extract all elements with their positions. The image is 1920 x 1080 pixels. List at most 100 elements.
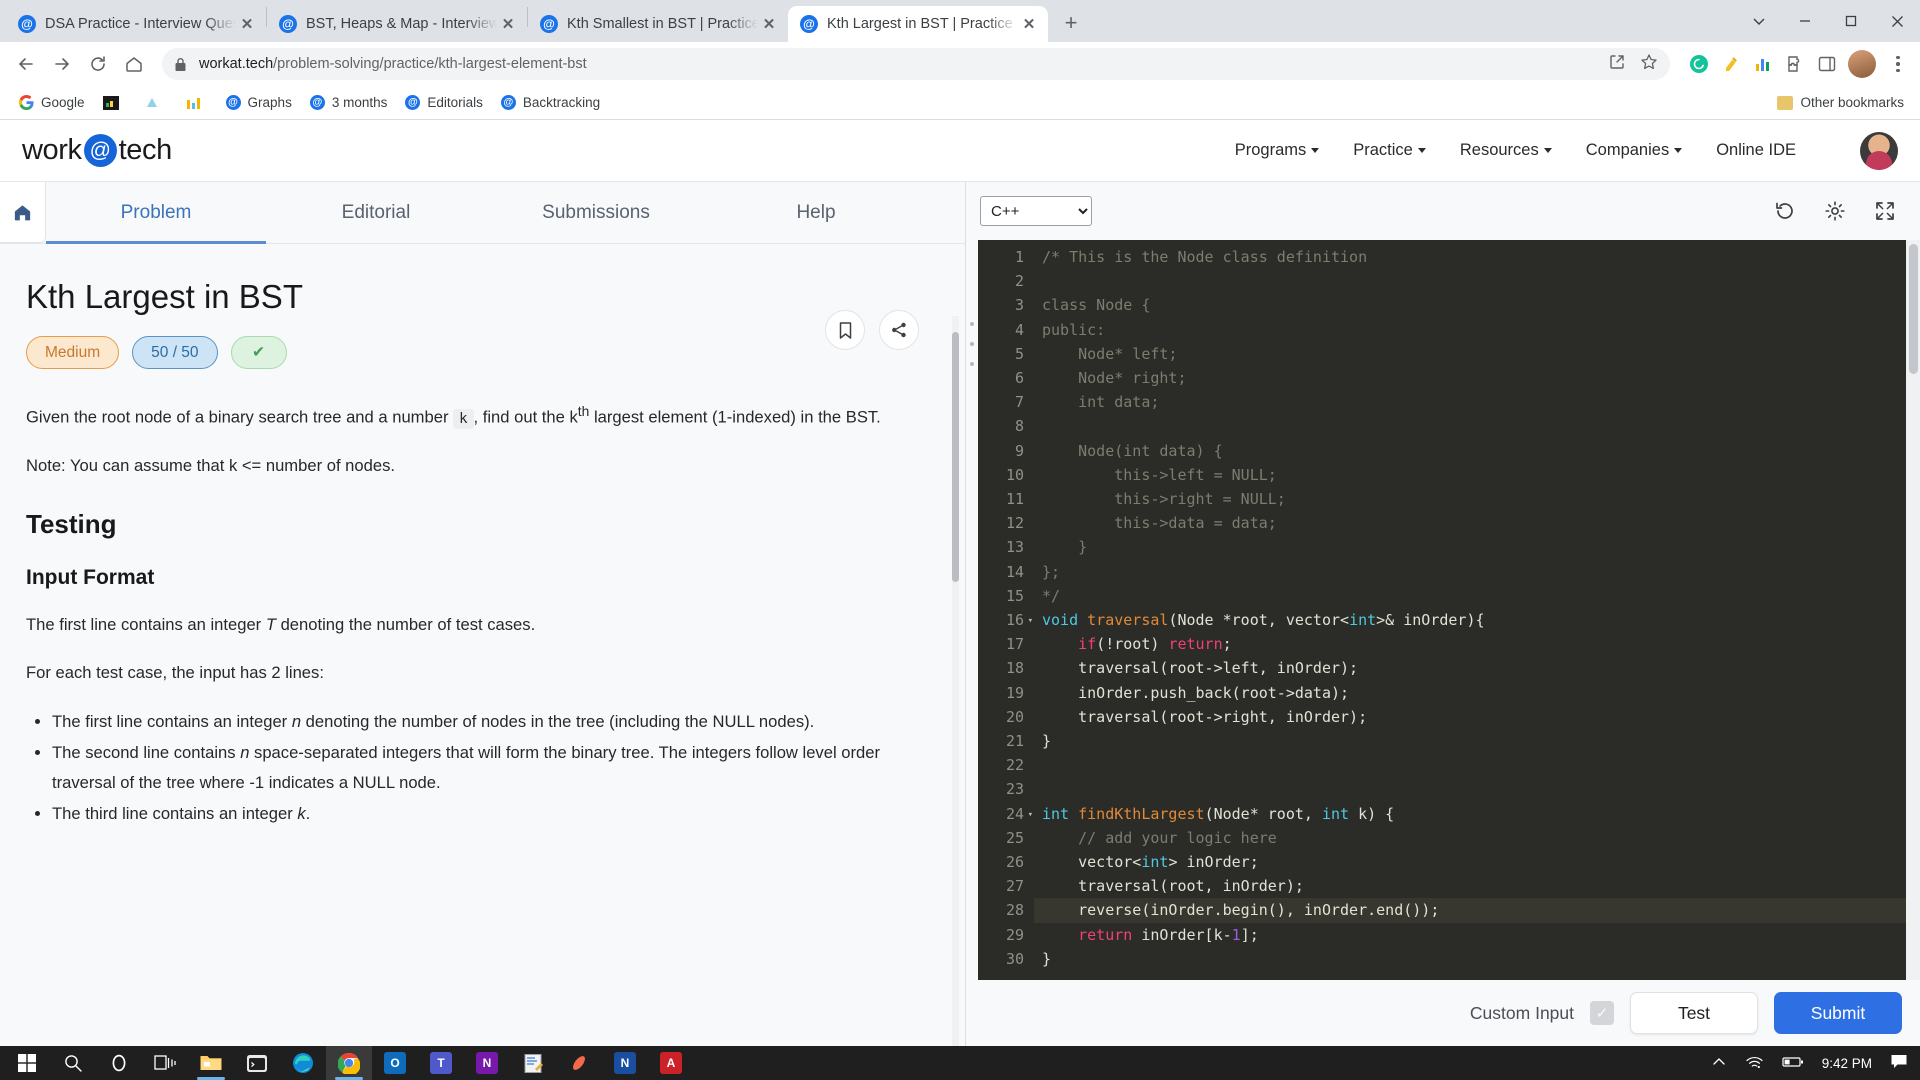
bookmark-icon[interactable] xyxy=(825,310,865,350)
edge-icon[interactable] xyxy=(280,1046,326,1080)
code-text[interactable]: /* This is the Node class definition cla… xyxy=(1034,240,1920,980)
code-line[interactable]: reverse(inOrder.begin(), inOrder.end()); xyxy=(1034,898,1920,923)
home-button[interactable] xyxy=(0,182,46,243)
close-icon[interactable]: ✕ xyxy=(758,13,780,35)
search-icon[interactable] xyxy=(50,1046,96,1080)
wifi-icon[interactable] xyxy=(1745,1054,1764,1073)
chrome-icon[interactable] xyxy=(326,1046,372,1080)
browser-tab-1[interactable]: @ BST, Heaps & Map - Interview Qu ✕ xyxy=(267,6,527,42)
back-icon[interactable] xyxy=(10,48,42,80)
bookmark-3[interactable] xyxy=(177,91,216,115)
clock[interactable]: 9:42 PM xyxy=(1822,1056,1872,1071)
close-icon[interactable]: ✕ xyxy=(236,13,258,35)
code-line[interactable]: int findKthLargest(Node* root, int k) { xyxy=(1034,802,1920,826)
other-bookmarks[interactable]: Other bookmarks xyxy=(1769,91,1910,114)
worktech-logo[interactable]: work @ tech xyxy=(22,134,172,167)
close-icon[interactable]: ✕ xyxy=(1018,13,1040,35)
code-line[interactable]: Node* right; xyxy=(1034,366,1920,390)
outlook-icon[interactable]: O xyxy=(372,1046,418,1080)
onenote-icon[interactable]: N xyxy=(464,1046,510,1080)
forward-icon[interactable] xyxy=(46,48,78,80)
browser-tab-0[interactable]: @ DSA Practice - Interview Question ✕ xyxy=(6,6,266,42)
fullscreen-icon[interactable] xyxy=(1872,198,1898,224)
code-area[interactable]: 1 2 3 4 5 6 7 8 9 10 11 12 13 14 15 16 ▾ 17 18 19 20 21 22 23 24… xyxy=(978,240,1920,980)
code-line[interactable]: return inOrder[k-1]; xyxy=(1034,923,1920,947)
code-line[interactable] xyxy=(1034,777,1920,801)
bookmark-backtracking[interactable]: @ Backtracking xyxy=(493,91,608,114)
code-line[interactable]: // add your logic here xyxy=(1034,826,1920,850)
close-icon[interactable]: ✕ xyxy=(497,13,519,35)
terminal-icon[interactable] xyxy=(234,1046,280,1080)
bookmark-google[interactable]: Google xyxy=(10,91,93,115)
code-line[interactable]: vector<int> inOrder; xyxy=(1034,850,1920,874)
code-line[interactable] xyxy=(1034,753,1920,777)
code-line[interactable]: void traversal(Node *root, vector<int>& … xyxy=(1034,608,1920,632)
code-line[interactable]: Node(int data) { xyxy=(1034,439,1920,463)
fold-arrow-icon[interactable]: ▾ xyxy=(1028,803,1033,827)
code-line[interactable]: public: xyxy=(1034,318,1920,342)
nav-practice[interactable]: Practice xyxy=(1353,141,1426,160)
notes-icon[interactable] xyxy=(510,1046,556,1080)
submit-button[interactable]: Submit xyxy=(1774,992,1902,1034)
chrome-menu-icon[interactable] xyxy=(1886,55,1910,73)
code-line[interactable]: traversal(root->left, inOrder); xyxy=(1034,656,1920,680)
teams-icon[interactable]: T xyxy=(418,1046,464,1080)
notification-icon[interactable] xyxy=(1890,1053,1908,1073)
close-window-icon[interactable] xyxy=(1874,0,1920,42)
tab-submissions[interactable]: Submissions xyxy=(486,182,706,243)
bookmark-star-icon[interactable] xyxy=(1640,53,1658,76)
bookmark-3-months[interactable]: @ 3 months xyxy=(302,91,396,114)
cortana-icon[interactable] xyxy=(96,1046,142,1080)
acrobat-icon[interactable]: A xyxy=(648,1046,694,1080)
bookmark-graphs[interactable]: @ Graphs xyxy=(218,91,300,114)
nav-programs[interactable]: Programs xyxy=(1235,141,1320,160)
grammarly-extension-icon[interactable] xyxy=(1688,53,1710,75)
fold-arrow-icon[interactable]: ▾ xyxy=(1028,609,1033,633)
code-line[interactable]: this->data = data; xyxy=(1034,511,1920,535)
code-line[interactable]: }; xyxy=(1034,560,1920,584)
code-line[interactable] xyxy=(1034,414,1920,438)
code-line[interactable]: } xyxy=(1034,947,1920,971)
code-line[interactable]: } xyxy=(1034,729,1920,753)
code-editor[interactable]: 1 2 3 4 5 6 7 8 9 10 11 12 13 14 15 16 ▾ 17 18 19 20 21 22 23 24… xyxy=(966,240,1920,980)
maximize-icon[interactable] xyxy=(1828,0,1874,42)
code-line[interactable]: if(!root) return; xyxy=(1034,632,1920,656)
browser-tab-2[interactable]: @ Kth Smallest in BST | Practice Pro ✕ xyxy=(528,6,788,42)
code-line[interactable]: this->right = NULL; xyxy=(1034,487,1920,511)
battery-icon[interactable] xyxy=(1782,1055,1804,1072)
custom-input-checkbox[interactable]: ✓ xyxy=(1590,1001,1614,1025)
minimize-icon[interactable] xyxy=(1782,0,1828,42)
puzzle-extensions-icon[interactable] xyxy=(1784,53,1806,75)
home-icon[interactable] xyxy=(118,48,150,80)
editor-scrollbar-track[interactable] xyxy=(1906,240,1920,980)
code-line[interactable]: traversal(root, inOrder); xyxy=(1034,874,1920,898)
address-bar[interactable]: workat.tech/problem-solving/practice/kth… xyxy=(162,48,1670,80)
code-line[interactable]: Node* left; xyxy=(1034,342,1920,366)
language-select[interactable]: C++ xyxy=(980,196,1092,226)
code-line[interactable]: inOrder.push_back(root->data); xyxy=(1034,681,1920,705)
problem-content[interactable]: Kth Largest in BST Medium 50 / 50 ✔ Give… xyxy=(0,244,965,1046)
file-explorer-icon[interactable] xyxy=(188,1046,234,1080)
reset-icon[interactable] xyxy=(1772,198,1798,224)
chart-extension-icon[interactable] xyxy=(1752,53,1774,75)
nav-online-ide[interactable]: Online IDE xyxy=(1716,141,1796,160)
code-line[interactable]: */ xyxy=(1034,584,1920,608)
highlighter-extension-icon[interactable] xyxy=(1720,53,1742,75)
tab-help[interactable]: Help xyxy=(706,182,926,243)
profile-avatar[interactable] xyxy=(1848,50,1876,78)
code-line[interactable]: /* This is the Node class definition xyxy=(1034,245,1920,269)
user-avatar[interactable] xyxy=(1860,131,1898,170)
bookmark-editorials[interactable]: @ Editorials xyxy=(397,91,491,114)
bookmark-1[interactable] xyxy=(95,91,134,115)
paint-icon[interactable] xyxy=(556,1046,602,1080)
code-line[interactable]: int data; xyxy=(1034,390,1920,414)
side-panel-icon[interactable] xyxy=(1816,53,1838,75)
code-line[interactable]: } xyxy=(1034,535,1920,559)
share-omnibox-icon[interactable] xyxy=(1608,53,1626,76)
share-icon[interactable] xyxy=(879,310,919,350)
new-tab-button[interactable]: + xyxy=(1054,6,1088,40)
problem-scrollbar-thumb[interactable] xyxy=(952,332,959,582)
code-line[interactable] xyxy=(1034,269,1920,293)
start-windows-icon[interactable] xyxy=(4,1046,50,1080)
code-line[interactable]: class Node { xyxy=(1034,293,1920,317)
